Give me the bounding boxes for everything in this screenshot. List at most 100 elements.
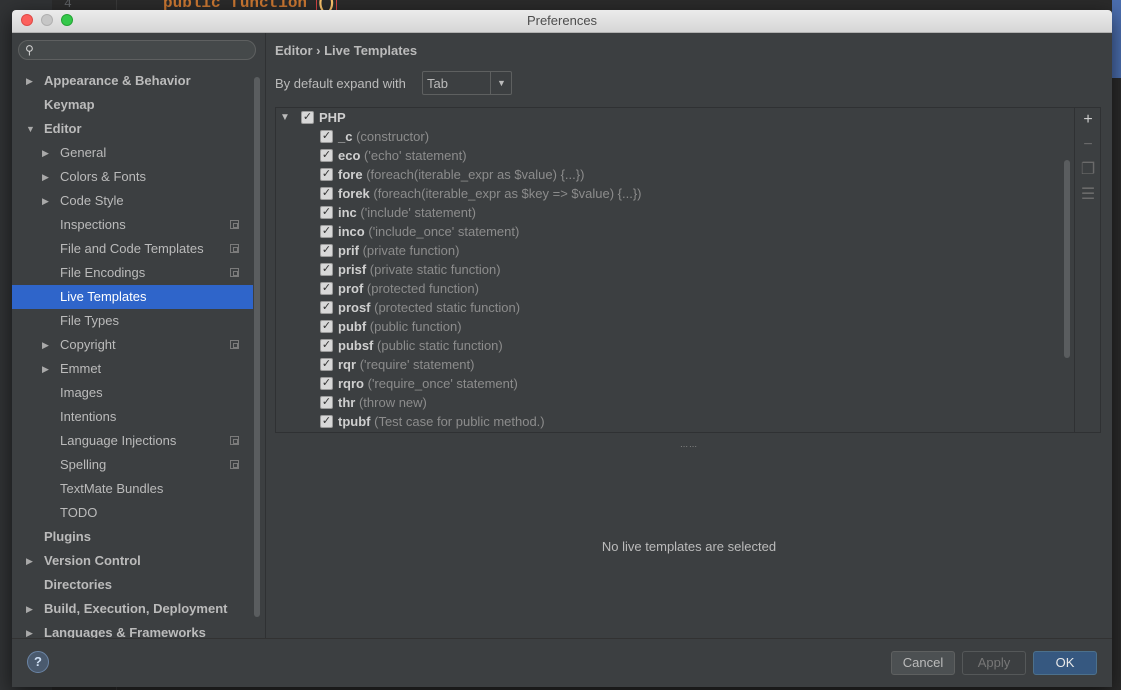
template-checkbox[interactable]: ✓ [320,415,333,428]
template-row[interactable]: ✓ inc ('include' statement) [276,203,1074,222]
template-row[interactable]: ✓ pubf (public function) [276,317,1074,336]
background-strip [1112,0,1121,78]
help-button[interactable]: ? [27,651,49,673]
zoom-window-button[interactable] [61,14,73,26]
sidebar-item-inspections[interactable]: Inspections [12,213,253,237]
template-group-php[interactable]: ▼ ✓ PHP [276,108,1074,127]
template-row[interactable]: ✓ thr (throw new) [276,393,1074,412]
sidebar-item-file-encodings[interactable]: File Encodings [12,261,253,285]
template-checkbox[interactable]: ✓ [320,301,333,314]
template-row[interactable]: ✓ fore (foreach(iterable_expr as $value) … [276,165,1074,184]
sidebar-item-directories[interactable]: Directories [12,573,253,597]
template-checkbox[interactable]: ✓ [320,225,333,238]
sidebar-item-label: Live Templates [60,289,147,304]
template-checkbox[interactable]: ✓ [320,244,333,257]
minimize-window-button[interactable] [41,14,53,26]
expand-with-select[interactable]: Tab ▼ [422,71,512,95]
collapsed-arrow-icon[interactable]: ▶ [42,357,49,381]
collapsed-arrow-icon[interactable]: ▶ [42,141,49,165]
template-checkbox[interactable]: ✓ [320,320,333,333]
template-checkbox[interactable]: ✓ [320,168,333,181]
template-text: tpubf (Test case for public method.) [338,412,545,431]
expand-with-label: By default expand with [275,76,406,91]
collapsed-arrow-icon[interactable]: ▶ [26,597,33,621]
template-checkbox[interactable]: ✓ [320,358,333,371]
sidebar-item-languages-frameworks[interactable]: ▶ Languages & Frameworks [12,621,253,638]
collapsed-arrow-icon[interactable]: ▶ [42,189,49,213]
collapsed-arrow-icon[interactable]: ▶ [26,621,33,638]
template-row[interactable]: ✓ tpubf (Test case for public method.) [276,412,1074,431]
sidebar-item-file-types[interactable]: File Types [12,309,253,333]
apply-button[interactable]: Apply [962,651,1026,675]
template-text: _c (constructor) [338,127,429,146]
sidebar-item-keymap[interactable]: Keymap [12,93,253,117]
sidebar-item-label: File Encodings [60,265,146,280]
sidebar-item-todo[interactable]: TODO [12,501,253,525]
expanded-arrow-icon[interactable]: ▼ [280,108,290,127]
copy-icon[interactable]: ❐ [1075,158,1101,182]
template-row[interactable]: ✓ inco ('include_once' statement) [276,222,1074,241]
sidebar-item-copyright[interactable]: ▶ Copyright [12,333,253,357]
sidebar-item-version-control[interactable]: ▶ Version Control [12,549,253,573]
template-row[interactable]: ✓ rqr ('require' statement) [276,355,1074,374]
template-row[interactable]: ✓ prof (protected function) [276,279,1074,298]
sidebar-item-spelling[interactable]: Spelling [12,453,253,477]
sidebar-item-appearance-behavior[interactable]: ▶ Appearance & Behavior [12,69,253,93]
settings-search-input[interactable]: ⚲ [18,40,256,60]
template-row[interactable]: ✓ _c (constructor) [276,127,1074,146]
template-checkbox[interactable]: ✓ [320,149,333,162]
sidebar-item-images[interactable]: Images [12,381,253,405]
sidebar-item-label: Intentions [60,409,117,424]
sidebar-item-label: TextMate Bundles [60,481,164,496]
template-row[interactable]: ✓ rqro ('require_once' statement) [276,374,1074,393]
template-row[interactable]: ✓ prosf (protected static function) [276,298,1074,317]
template-text: pubf (public function) [338,317,462,336]
sidebar-item-intentions[interactable]: Intentions [12,405,253,429]
templates-toolbar: + − ❐ ☰ [1074,108,1101,432]
template-checkbox[interactable]: ✓ [320,263,333,276]
expanded-arrow-icon[interactable]: ▼ [26,117,35,141]
sidebar-scroll-thumb[interactable] [254,77,260,617]
edit-icon[interactable]: ☰ [1075,183,1101,207]
collapsed-arrow-icon[interactable]: ▶ [26,69,33,93]
sidebar-item-plugins[interactable]: Plugins [12,525,253,549]
sidebar-item-label: Plugins [44,529,91,544]
templates-scroll-thumb[interactable] [1064,160,1070,358]
template-checkbox[interactable]: ✓ [320,187,333,200]
cancel-button[interactable]: Cancel [891,651,955,675]
chevron-down-icon[interactable]: ▼ [490,72,512,94]
template-text: forek (foreach(iterable_expr as $key => … [338,184,642,203]
template-row[interactable]: ✓ prisf (private static function) [276,260,1074,279]
sidebar-item-live-templates[interactable]: Live Templates [12,285,253,309]
template-row[interactable]: ✓ eco ('echo' statement) [276,146,1074,165]
collapsed-arrow-icon[interactable]: ▶ [42,165,49,189]
resize-grip-icon[interactable]: ⋯⋯ [680,442,698,451]
group-checkbox[interactable]: ✓ [301,111,314,124]
template-checkbox[interactable]: ✓ [320,396,333,409]
template-checkbox[interactable]: ✓ [320,206,333,219]
template-checkbox[interactable]: ✓ [320,377,333,390]
sidebar-item-general[interactable]: ▶ General [12,141,253,165]
sidebar-item-editor[interactable]: ▼ Editor [12,117,253,141]
template-checkbox[interactable]: ✓ [320,282,333,295]
template-row[interactable]: ✓ pubsf (public static function) [276,336,1074,355]
sidebar-item-colors-fonts[interactable]: ▶ Colors & Fonts [12,165,253,189]
sidebar-item-emmet[interactable]: ▶ Emmet [12,357,253,381]
sidebar-item-build-execution-deployment[interactable]: ▶ Build, Execution, Deployment [12,597,253,621]
sidebar-item-textmate-bundles[interactable]: TextMate Bundles [12,477,253,501]
plus-icon[interactable]: + [1075,108,1101,132]
minus-icon[interactable]: − [1075,133,1101,157]
template-row[interactable]: ✓ forek (foreach(iterable_expr as $key =>… [276,184,1074,203]
sidebar-item-language-injections[interactable]: Language Injections [12,429,253,453]
template-checkbox[interactable]: ✓ [320,130,333,143]
sidebar-item-file-and-code-templates[interactable]: File and Code Templates [12,237,253,261]
template-row[interactable]: ✓ prif (private function) [276,241,1074,260]
sidebar-item-code-style[interactable]: ▶ Code Style [12,189,253,213]
close-window-button[interactable] [21,14,33,26]
ok-button[interactable]: OK [1033,651,1097,675]
collapsed-arrow-icon[interactable]: ▶ [26,549,33,573]
template-description: (private static function) [369,262,501,277]
sidebar-scrollbar[interactable] [253,69,261,629]
collapsed-arrow-icon[interactable]: ▶ [42,333,49,357]
template-checkbox[interactable]: ✓ [320,339,333,352]
